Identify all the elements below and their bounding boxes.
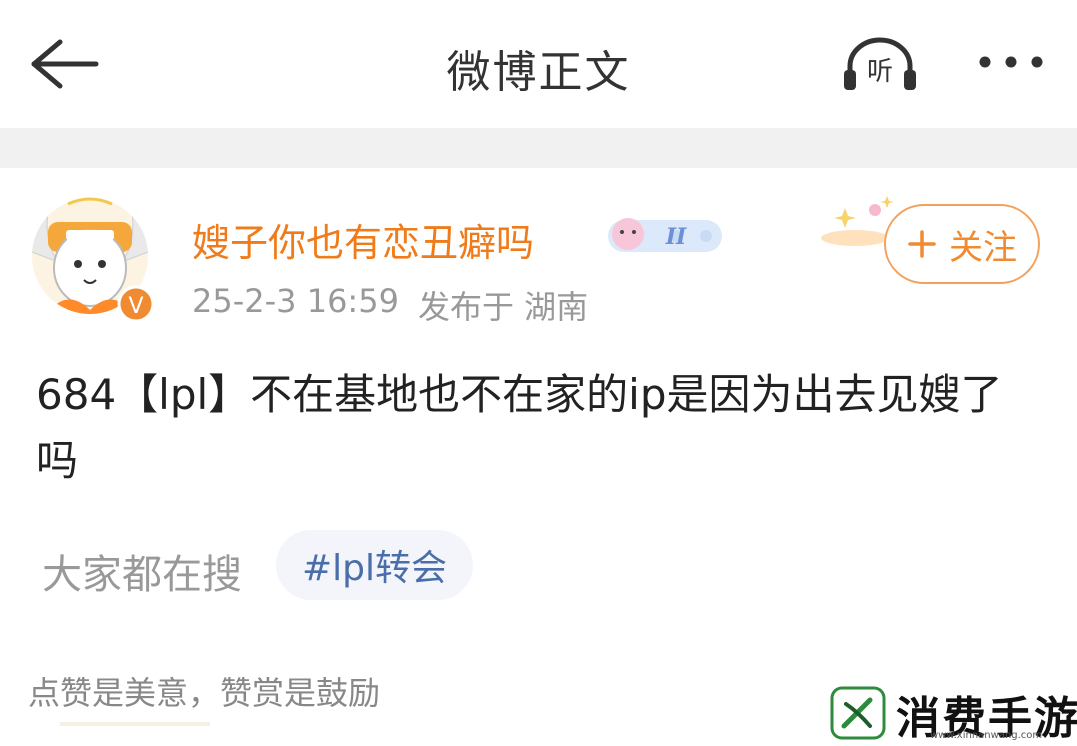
post-location: 发布于 湖南 — [418, 288, 589, 326]
watermark-url: www.xinnanwang.com — [930, 730, 1043, 741]
post-timestamp: 25-2-3 16:59 — [192, 282, 399, 320]
trending-search-label: 大家都在搜 — [42, 552, 242, 598]
hashtag-chip[interactable]: #lpl转会 — [276, 530, 474, 600]
watermark-logo-icon — [830, 686, 886, 740]
follow-button[interactable]: 关注 — [884, 204, 1040, 284]
plus-icon — [908, 230, 936, 258]
listen-label: 听 — [867, 57, 893, 87]
section-divider — [0, 128, 1077, 168]
reward-hint-text: 点赞是美意，赞赏是鼓励 — [28, 674, 381, 712]
listen-headphone-icon[interactable]: 听 — [840, 34, 920, 94]
member-badge-icon: II — [608, 218, 722, 252]
user-avatar[interactable]: V — [28, 192, 158, 332]
follow-label: 关注 — [949, 227, 1017, 268]
username[interactable]: 嫂子你也有恋丑癖吗 — [192, 212, 534, 267]
post-content: 684【lpl】不在基地也不在家的ip是因为出去见嫂了吗 — [36, 370, 1003, 485]
svg-text:V: V — [128, 294, 143, 319]
svg-text:II: II — [665, 224, 687, 250]
reward-area-edge — [60, 722, 210, 726]
more-options-icon[interactable] — [975, 50, 1047, 74]
